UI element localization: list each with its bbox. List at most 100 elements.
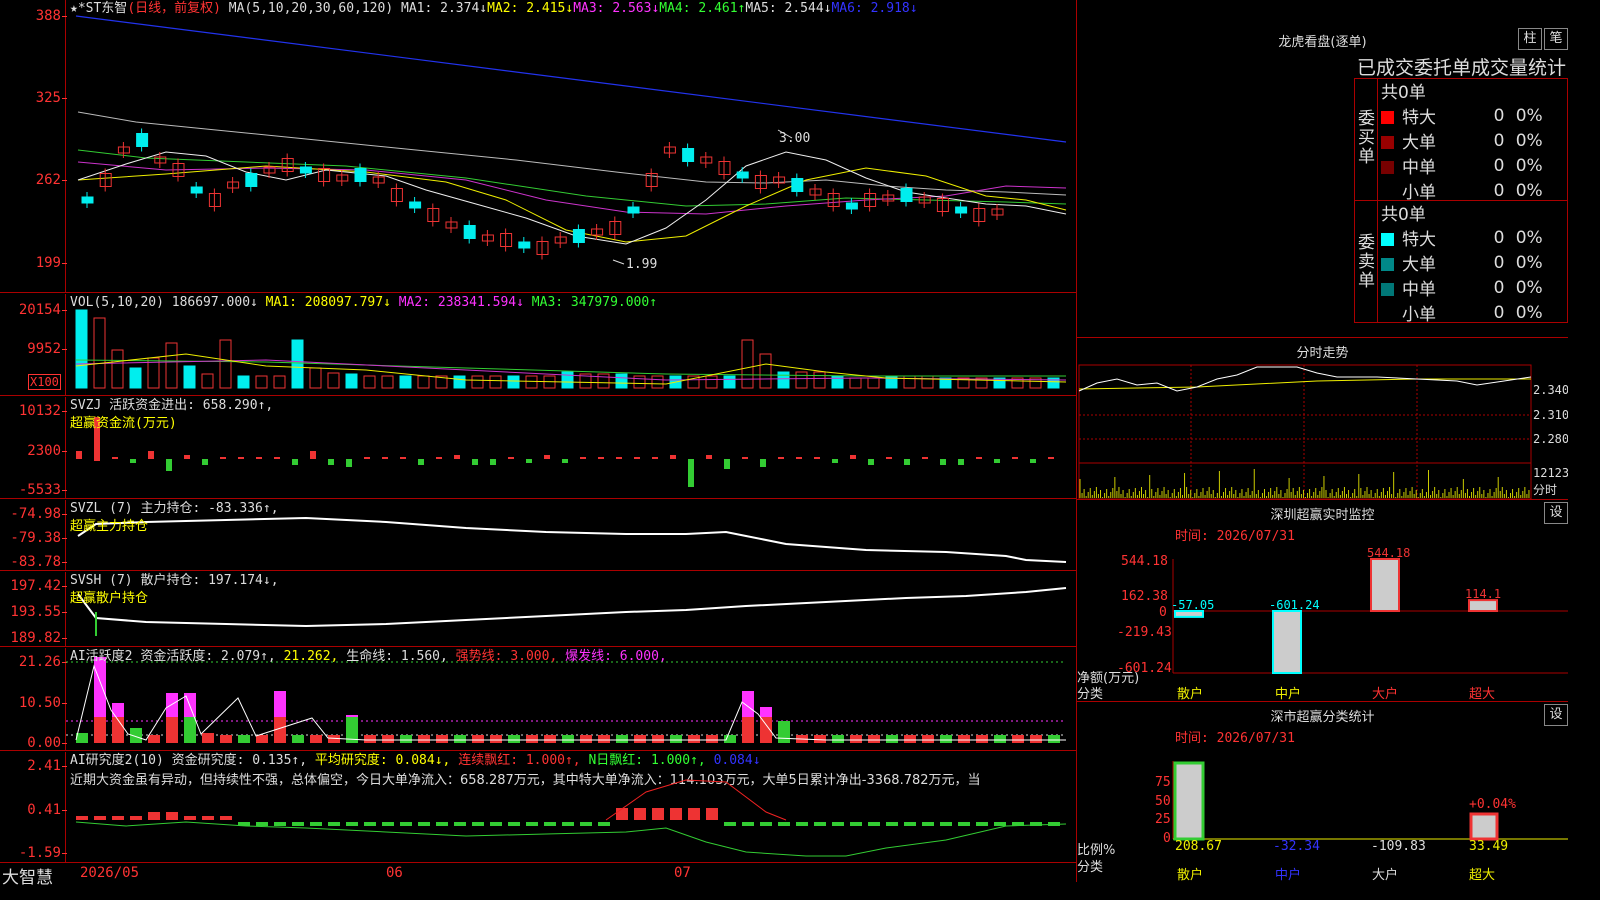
flow-bar xyxy=(472,459,478,465)
table-row: 小单 0 0% xyxy=(1402,302,1543,326)
period-mode[interactable]: (日线，前复权) xyxy=(127,1,221,16)
activity-bar xyxy=(688,735,700,743)
vol-bar xyxy=(597,373,610,389)
table-row: 大单 0 0% xyxy=(1381,250,1568,275)
vol-bar xyxy=(363,375,376,389)
ratio-bar xyxy=(1469,812,1499,841)
tick-mode-button[interactable]: 笔 xyxy=(1544,28,1568,50)
candle-body xyxy=(409,201,422,209)
ai-activity-panel[interactable]: 21.26 10.50 0.00 AI活跃度2 资金活跃度: 2.079↑, 2… xyxy=(0,648,1076,751)
vol-bar xyxy=(903,375,916,389)
vol-bar xyxy=(75,309,88,389)
vol-panel[interactable]: 20154 9952 X100 VOL(5,10,20) 186697.000↓… xyxy=(0,294,1076,396)
vol-bar xyxy=(525,375,538,389)
flow-bar xyxy=(832,459,838,463)
vol-bar xyxy=(165,342,178,389)
activity-bar xyxy=(814,735,826,743)
net-bar xyxy=(1272,610,1302,674)
y-tick: 21.26 xyxy=(18,654,68,670)
flow-bar xyxy=(760,459,766,467)
vol-bar xyxy=(345,373,358,389)
ai-research-panel[interactable]: 2.41 0.41 -1.59 AI研究度2(10) 资金研究度: 0.135↑… xyxy=(0,752,1076,862)
vol-unit: X100 xyxy=(28,374,61,390)
svsh-panel[interactable]: 197.42 193.55 189.82 SVSH (7) 散户持仓: 197.… xyxy=(0,572,1076,647)
flow-bar xyxy=(958,459,964,465)
research-bar xyxy=(202,816,214,820)
research-bar xyxy=(742,822,754,826)
research-bar xyxy=(526,822,538,826)
intraday-chart[interactable]: 2.340 2.310 2.280 12123 分时 xyxy=(1077,339,1568,500)
kline-header: ★*ST东智(日线，前复权) MA(5,10,20,30,60,120) MA1… xyxy=(70,0,918,17)
bar-mode-button[interactable]: 柱 xyxy=(1518,28,1542,50)
vol-bar xyxy=(237,375,250,389)
candle-body xyxy=(281,158,294,172)
sz-stats-panel[interactable]: 深市超赢分类统计 设 时间: 2026/07/31 75 50 25 0 +0.… xyxy=(1077,703,1568,882)
research-bar xyxy=(886,822,898,826)
candle-body xyxy=(136,133,149,147)
candle-body xyxy=(190,186,203,194)
svzj-subtitle: 超赢资金流(万元) xyxy=(70,416,177,431)
activity-bar xyxy=(1048,735,1060,743)
research-bar xyxy=(328,822,340,826)
candle-body xyxy=(463,225,476,239)
lhb-panel[interactable]: 龙虎看盘(逐单) 柱 笔 已成交委托单成交量统计 委买单 委卖单 共0单 特大 0… xyxy=(1077,0,1568,338)
vol-bar xyxy=(255,375,268,389)
ma6-line xyxy=(75,15,1067,143)
intraday-panel[interactable]: 分时走势 2.340 2.310 2.280 12123 分时 xyxy=(1077,339,1568,500)
flow-bar xyxy=(202,459,208,465)
kline-panel[interactable]: 388 325 262 199 ★*ST东智(日线，前复权) MA(5,10,2… xyxy=(0,0,1076,293)
sell-label: 委卖单 xyxy=(1358,233,1375,291)
vol-header: VOL(5,10,20) 186697.000↓ MA1: 208097.797… xyxy=(70,295,658,310)
flow-bar xyxy=(742,457,748,459)
ma-params[interactable]: MA(5,10,20,30,60,120) xyxy=(229,1,393,16)
research-bar xyxy=(994,822,1006,826)
flow-bar xyxy=(796,457,802,459)
flow-bar xyxy=(1048,457,1054,459)
flow-bar xyxy=(526,459,532,463)
y-tick: 20154 xyxy=(18,302,68,318)
y-tick: 199 xyxy=(35,255,68,271)
research-bar xyxy=(400,822,412,826)
candle-body xyxy=(900,188,913,202)
kline-chart[interactable]: 3.00 1.99 xyxy=(66,0,1076,293)
research-bar xyxy=(832,822,844,826)
vol-bar xyxy=(327,372,340,389)
low-mark: 1.99 xyxy=(626,257,657,272)
activity-bar xyxy=(346,715,358,717)
buy-table: 共0单 特大 0 0% 大单 0 0% 中单 0 0% 小单 0 0% xyxy=(1381,78,1568,203)
svzj-panel[interactable]: 10132 2300 -5533 SVZJ 活跃资金进出: 658.290↑, … xyxy=(0,397,1076,499)
table-row: 大单 0 0% xyxy=(1381,128,1568,153)
sz-monitor-panel[interactable]: 深圳超赢实时监控 设 时间: 2026/07/31 -57.05 -601.24 5… xyxy=(1077,501,1568,702)
svg-text:2.280: 2.280 xyxy=(1533,432,1568,446)
activity-bar xyxy=(652,735,664,743)
activity-bar xyxy=(886,735,898,743)
vol-bar xyxy=(921,375,934,389)
activity-bar xyxy=(472,735,484,743)
lhb-title: 龙虎看盘(逐单) xyxy=(1278,35,1367,50)
flow-bar xyxy=(850,455,856,459)
flow-bar xyxy=(454,455,460,459)
vol-y-axis: 20154 9952 X100 xyxy=(0,294,68,395)
vol-bar xyxy=(705,375,718,389)
date-label: 07 xyxy=(674,865,691,881)
activity-bar xyxy=(166,717,178,743)
activity-bar xyxy=(1030,735,1042,743)
date-label: 2026/05 xyxy=(80,865,140,881)
research-bar xyxy=(364,822,376,826)
activity-bar xyxy=(526,735,538,743)
activity-bar xyxy=(436,735,448,743)
vol-bar xyxy=(291,339,304,389)
vol-bar xyxy=(381,375,394,389)
svzl-panel[interactable]: -74.98 -79.38 -83.78 SVZL (7) 主力持仓: -83.… xyxy=(0,500,1076,571)
ma6-value: MA6: 2.918↓ xyxy=(831,1,918,16)
activity-bar xyxy=(310,735,322,743)
flow-bar xyxy=(706,455,712,459)
flow-bar xyxy=(184,455,190,459)
research-bar xyxy=(814,822,826,826)
stock-name[interactable]: ★*ST东智 xyxy=(70,1,127,16)
research-bar xyxy=(724,822,736,826)
flow-bar xyxy=(328,459,334,465)
y-tick: 9952 xyxy=(27,341,67,357)
flow-bar xyxy=(598,457,604,459)
activity-bar xyxy=(166,693,178,717)
